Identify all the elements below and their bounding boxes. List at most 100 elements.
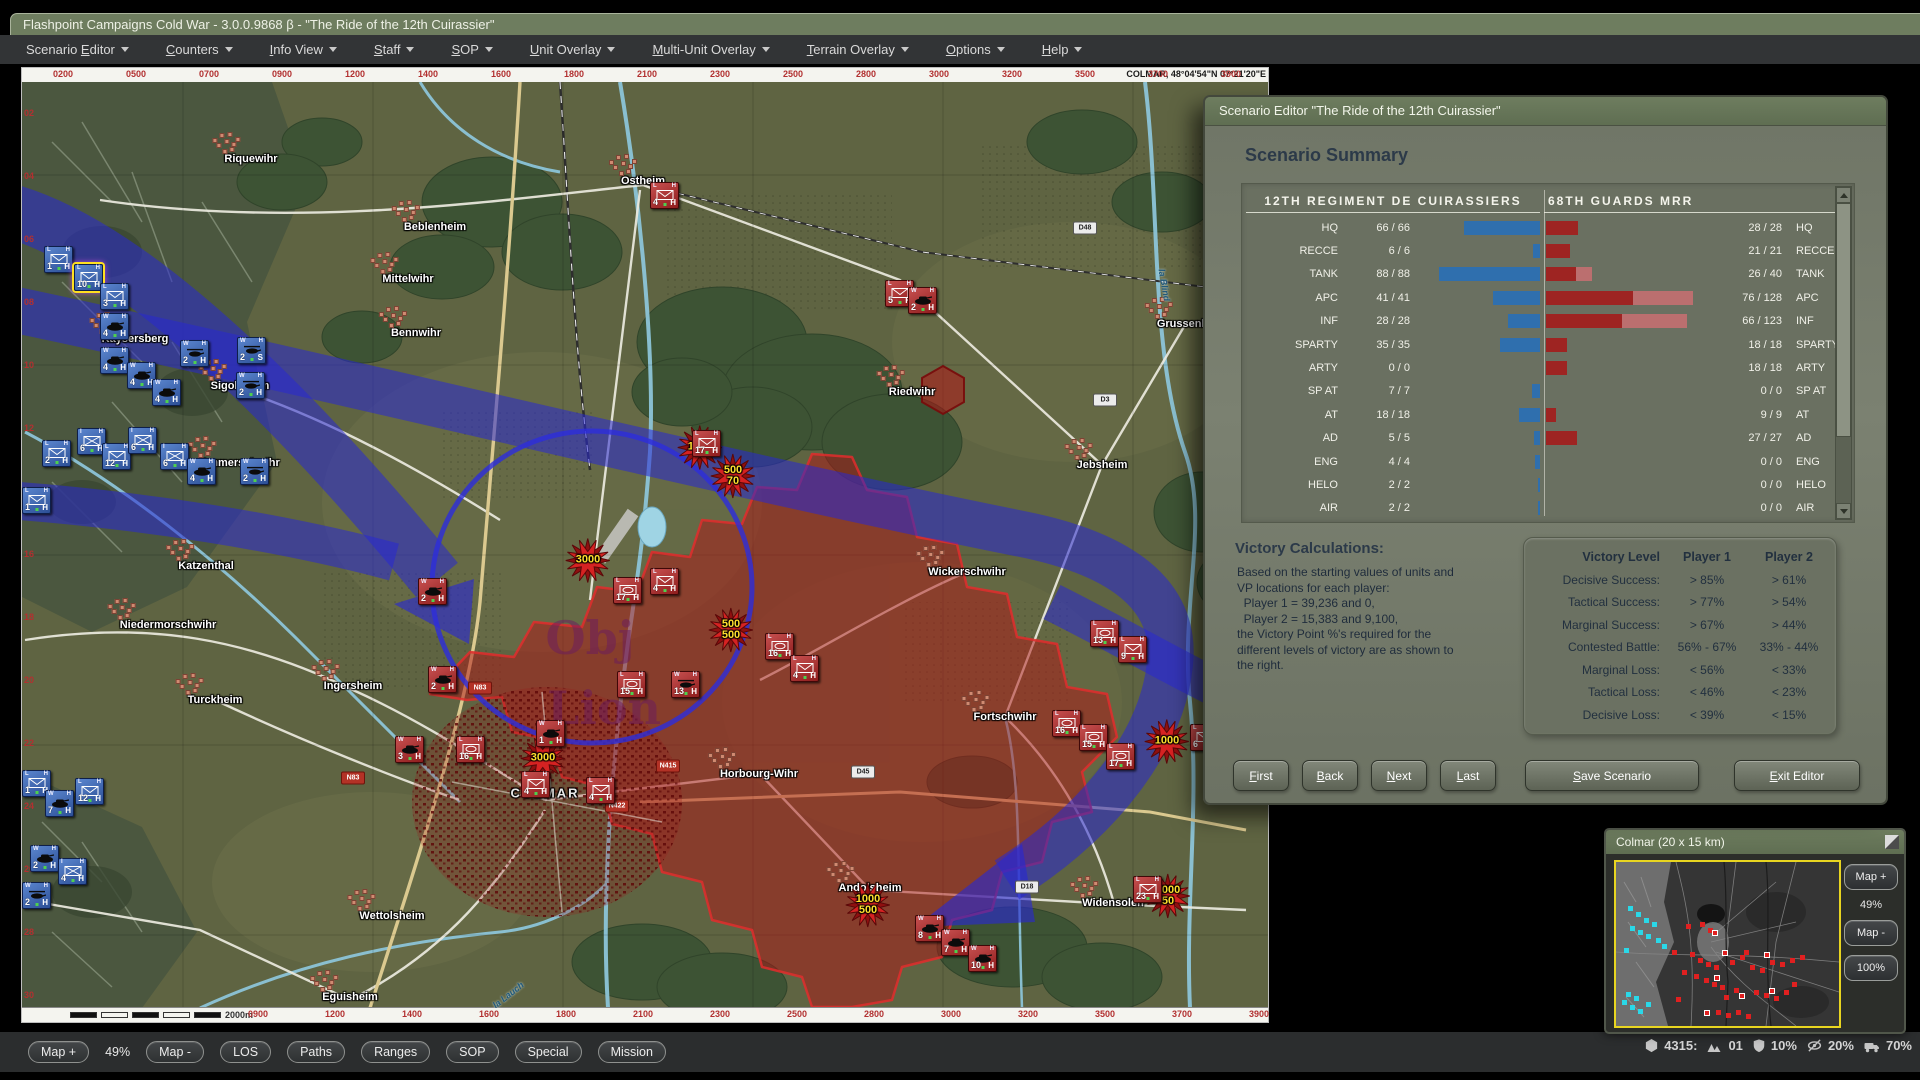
ranges-button[interactable]: Ranges — [361, 1041, 430, 1063]
red-unit-counter[interactable]: WH8H — [915, 915, 944, 942]
red-unit-counter[interactable]: LH17H — [613, 577, 642, 604]
blue-unit-counter[interactable]: WH2H — [240, 458, 269, 485]
blue-unit-counter[interactable]: IH6H — [160, 443, 189, 470]
minimap-titlebar[interactable]: Colmar (20 x 15 km) — [1606, 830, 1904, 854]
dialog-titlebar[interactable]: Scenario Editor "The Ride of the 12th Cu… — [1205, 97, 1886, 126]
map-zoom-out-button[interactable]: Map - — [146, 1041, 204, 1063]
red-unit-counter[interactable]: WH1H — [536, 720, 565, 747]
friendly-unit-dot — [1638, 1009, 1643, 1014]
blue-unit-counter[interactable]: LH10H — [74, 264, 103, 291]
red-unit-counter[interactable]: LH9H — [1118, 636, 1147, 663]
last-button[interactable]: Last — [1440, 760, 1496, 791]
blue-unit-counter[interactable]: WH4H — [100, 347, 129, 374]
mountains-icon — [1706, 1039, 1723, 1053]
p2-unit-type-label: APC — [1790, 292, 1840, 304]
red-unit-counter[interactable]: LH13H — [1090, 620, 1119, 647]
next-button[interactable]: Next — [1371, 760, 1427, 791]
force-table-row: AT18 / 189 / 9AT — [1246, 403, 1840, 426]
blue-unit-counter[interactable]: LH12H — [75, 778, 104, 805]
first-button[interactable]: First — [1233, 760, 1289, 791]
blue-unit-counter[interactable]: LH3H — [100, 283, 129, 310]
objective-dot — [1704, 1010, 1710, 1016]
menu-item-options[interactable]: Options — [946, 42, 1005, 57]
menu-item-counters[interactable]: Counters — [166, 42, 233, 57]
enemy-unit-dot — [1754, 990, 1759, 995]
blue-unit-counter[interactable]: LH1H — [22, 487, 51, 514]
counter-strength: 4 — [155, 395, 160, 404]
p1-strength-bar — [1534, 431, 1540, 445]
mission-button[interactable]: Mission — [598, 1041, 666, 1063]
red-unit-counter[interactable]: LH4H — [650, 182, 679, 209]
red-unit-counter[interactable]: LH23H — [1133, 876, 1162, 903]
blue-unit-counter[interactable]: LH1H — [44, 246, 73, 273]
menu-item-unit-overlay[interactable]: Unit Overlay — [530, 42, 616, 57]
blue-unit-counter[interactable]: WH2H — [30, 845, 59, 872]
red-unit-counter[interactable]: LH15H — [1079, 724, 1108, 751]
exit-editor-button[interactable]: Exit Editor — [1734, 760, 1860, 791]
minimap-zoom-in-button[interactable]: Map + — [1844, 864, 1898, 890]
back-button[interactable]: Back — [1302, 760, 1358, 791]
red-unit-counter[interactable]: WH10H — [968, 945, 997, 972]
red-unit-counter[interactable]: LH17H — [692, 430, 721, 457]
map-canvas[interactable]: Obj Lion 020406081012141618202224262830O… — [22, 82, 1268, 1008]
scroll-up-icon[interactable] — [1836, 187, 1851, 203]
blue-unit-counter[interactable]: WH2H — [22, 882, 51, 909]
minimap-resize-icon[interactable] — [1885, 835, 1899, 849]
red-unit-counter[interactable]: LH4H — [586, 777, 615, 804]
blue-unit-counter[interactable]: IH6H — [128, 427, 157, 454]
special-button[interactable]: Special — [515, 1041, 582, 1063]
los-button[interactable]: LOS — [220, 1041, 271, 1063]
blue-unit-counter[interactable]: WH4H — [100, 313, 129, 340]
bar-segment — [1546, 431, 1577, 445]
menu-item-sop[interactable]: SOP — [451, 42, 492, 57]
menu-item-staff[interactable]: Staff — [374, 42, 415, 57]
force-table-scrollbar[interactable] — [1835, 186, 1852, 520]
menu-item-info-view[interactable]: Info View — [270, 42, 337, 57]
enemy-unit-dot — [1770, 960, 1775, 965]
blue-unit-counter[interactable]: LH12H — [102, 443, 131, 470]
red-unit-counter[interactable]: WH3H — [395, 736, 424, 763]
map-zoom-in-button[interactable]: Map + — [28, 1041, 89, 1063]
blue-unit-counter[interactable]: IH4H — [58, 858, 87, 885]
blue-unit-counter[interactable]: LH2H — [42, 440, 71, 467]
scrollbar-thumb[interactable] — [1836, 203, 1851, 437]
menu-item-label: Multi-Unit Overlay — [652, 42, 755, 57]
counter-posture-letter: H — [712, 446, 718, 455]
menu-item-terrain-overlay[interactable]: Terrain Overlay — [807, 42, 909, 57]
red-unit-counter[interactable]: WH7H — [941, 929, 970, 956]
minimap-full-zoom-button[interactable]: 100% — [1844, 955, 1898, 981]
paths-button[interactable]: Paths — [287, 1041, 345, 1063]
red-unit-counter[interactable]: WH2H — [418, 578, 447, 605]
counter-posture-letter: H — [556, 736, 562, 745]
red-unit-counter[interactable]: WH13H — [671, 671, 700, 698]
blue-unit-counter[interactable]: WH2S — [237, 337, 266, 364]
blue-unit-counter[interactable]: WH7H — [45, 790, 74, 817]
red-unit-counter[interactable]: WH2H — [908, 287, 937, 314]
sop-button[interactable]: SOP — [446, 1041, 498, 1063]
red-unit-counter[interactable]: LH16H — [1052, 710, 1081, 737]
red-unit-counter[interactable]: LH17H — [1106, 743, 1135, 770]
blue-unit-counter[interactable]: WH4H — [187, 458, 216, 485]
blue-unit-counter[interactable]: WH2H — [236, 372, 265, 399]
red-unit-counter[interactable]: WH2H — [428, 666, 457, 693]
menu-item-multi-unit-overlay[interactable]: Multi-Unit Overlay — [652, 42, 769, 57]
red-unit-counter[interactable]: LH4H — [790, 655, 819, 682]
counter-posture-letter: H — [810, 671, 816, 680]
menu-item-help[interactable]: Help — [1042, 42, 1083, 57]
chevron-down-icon — [1074, 47, 1082, 52]
status-value: 01 — [1728, 1038, 1742, 1053]
menu-item-scenario-editor[interactable]: Scenario Editor — [26, 42, 129, 57]
scroll-down-icon[interactable] — [1836, 503, 1851, 519]
blue-unit-counter[interactable]: WH4H — [152, 379, 181, 406]
blue-unit-counter[interactable]: WH2H — [180, 340, 209, 367]
minimap-image[interactable] — [1614, 860, 1841, 1028]
red-unit-counter[interactable]: LH16H — [456, 736, 485, 763]
counter-strength: 6 — [80, 444, 85, 453]
minimap-zoom-out-button[interactable]: Map - — [1844, 920, 1898, 946]
red-unit-counter[interactable]: LH15H — [617, 671, 646, 698]
red-unit-counter[interactable]: LH4H — [650, 568, 679, 595]
red-unit-counter[interactable]: LH4H — [521, 771, 550, 798]
enemy-unit-dot — [1744, 950, 1749, 955]
save-scenario-button[interactable]: Save Scenario — [1525, 760, 1699, 791]
map-viewport[interactable]: COLMAR, 48°04'54"N 07°21'20"E 0200050007… — [22, 68, 1268, 1022]
